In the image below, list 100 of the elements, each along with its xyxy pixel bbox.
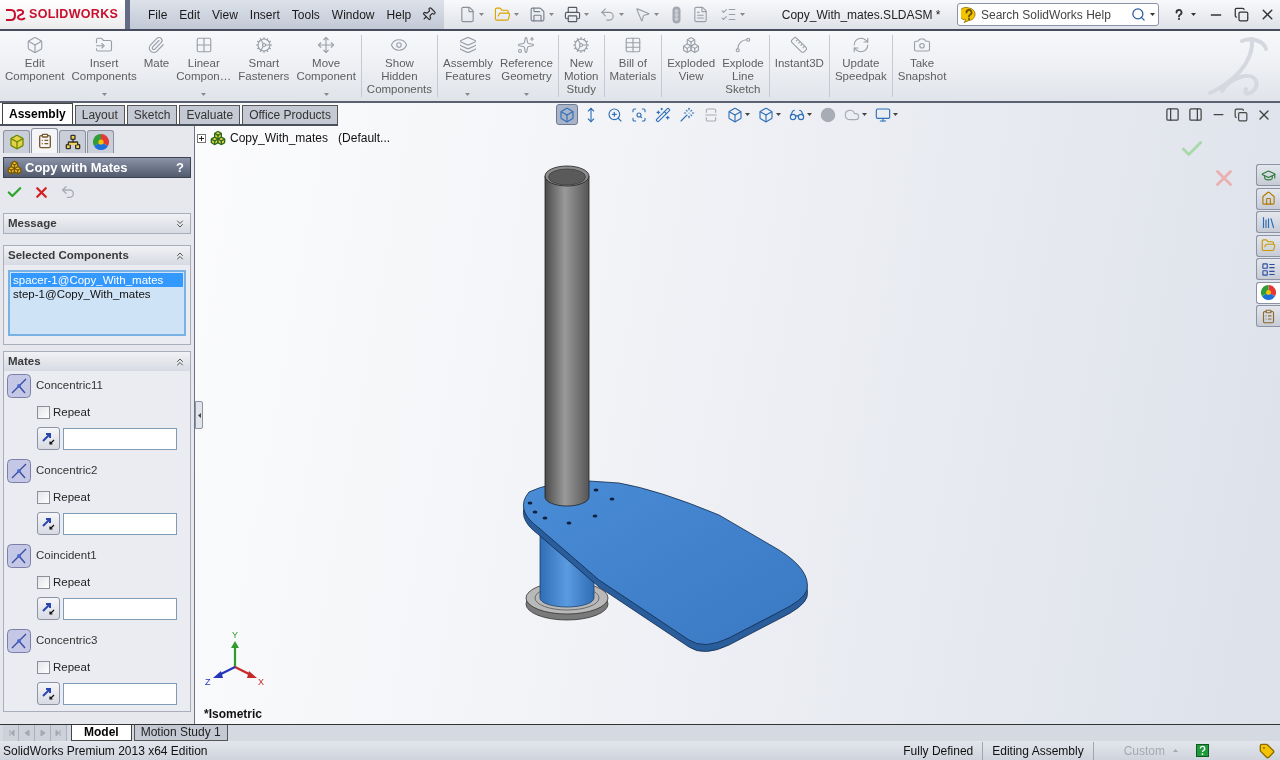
menu-item[interactable]: Edit — [173, 5, 207, 24]
undo-icon[interactable] — [60, 184, 76, 200]
checkbox[interactable] — [37, 576, 50, 589]
ribbon-button[interactable]: New Motion Study — [561, 31, 602, 101]
caret-icon[interactable] — [1150, 13, 1155, 16]
arrow-button[interactable] — [37, 427, 60, 450]
tab[interactable]: Sketch — [126, 105, 178, 124]
tree-icon — [64, 134, 81, 150]
search-icon[interactable] — [1131, 7, 1146, 22]
help-button[interactable]: ? — [176, 157, 187, 178]
ribbon-button[interactable]: Instant3D — [771, 31, 827, 101]
document-icon[interactable] — [692, 6, 710, 23]
search-field[interactable]: Search SolidWorks Help — [957, 3, 1159, 26]
section-header[interactable]: Message — [4, 214, 190, 233]
checkbox[interactable] — [37, 661, 50, 674]
tab[interactable]: Motion Study 1 — [133, 725, 228, 741]
menu-item[interactable]: View — [206, 5, 244, 24]
panel-right-icon[interactable] — [1188, 107, 1203, 122]
task-pane-tab[interactable] — [1256, 281, 1280, 304]
section-header[interactable]: Selected Components — [4, 246, 190, 265]
ribbon-button[interactable]: Exploded View — [664, 31, 719, 101]
folder-icon[interactable] — [494, 6, 512, 23]
ribbon-button[interactable]: Move Component — [293, 31, 359, 101]
ribbon-button[interactable]: Reference Geometry — [496, 31, 556, 101]
mate-name: Concentric3 — [36, 633, 98, 649]
ribbon-button[interactable]: Assembly Features — [440, 31, 496, 101]
tab[interactable]: Office Products — [242, 105, 338, 124]
configuration-label: (Default... — [338, 130, 391, 147]
help-icon[interactable] — [1196, 744, 1209, 757]
tab[interactable]: Model — [71, 725, 132, 741]
boxes-icon — [210, 130, 226, 146]
ribbon-button[interactable]: Edit Component — [2, 31, 68, 101]
ruler-icon — [790, 36, 809, 54]
color-ball-icon — [92, 134, 109, 150]
document-icon[interactable] — [459, 6, 477, 23]
checkbox[interactable] — [37, 491, 50, 504]
arrow-button[interactable] — [37, 597, 60, 620]
collapse-handle[interactable] — [195, 401, 203, 429]
menu-item[interactable]: File — [142, 5, 174, 24]
menu-item[interactable]: Help — [380, 5, 418, 24]
ribbon-button[interactable]: Smart Fasteners — [235, 31, 293, 101]
restore-icon[interactable] — [1234, 7, 1249, 22]
tree-item-name[interactable]: Copy_With_mates — [230, 129, 329, 147]
books-icon — [1261, 214, 1276, 230]
checklist-icon[interactable] — [720, 6, 738, 23]
input-field[interactable] — [63, 682, 177, 705]
menu-item[interactable]: Insert — [243, 5, 286, 24]
question-bubble-icon — [961, 6, 977, 23]
mate-icon — [7, 374, 31, 398]
window-title: Copy_With_mates.SLDASM * — [781, 6, 941, 24]
caret-icon — [1173, 749, 1178, 752]
cube-icon — [8, 134, 25, 150]
restore-icon[interactable] — [1234, 107, 1248, 122]
caret-icon — [465, 93, 471, 96]
task-pane-tab[interactable] — [1256, 305, 1280, 327]
tab[interactable]: Evaluate — [179, 105, 241, 124]
tag-icon[interactable] — [1259, 742, 1275, 759]
ribbon-button[interactable]: Insert Components — [68, 31, 140, 101]
checkbox[interactable] — [37, 406, 50, 419]
traffic-light-icon[interactable] — [672, 5, 682, 24]
ribbon-button[interactable]: Take Snapshot — [894, 31, 950, 101]
zoom-icon — [606, 106, 623, 123]
toolbar-button[interactable] — [555, 104, 578, 125]
list-item[interactable]: step-1@Copy_With_mates — [11, 287, 183, 301]
ribbon-button[interactable]: Update Speedpak — [831, 31, 890, 101]
menu-item[interactable]: Tools — [285, 5, 326, 24]
input-field[interactable] — [63, 597, 177, 620]
arrow-button[interactable] — [37, 512, 60, 535]
caret-icon[interactable] — [1191, 13, 1196, 16]
ribbon-button[interactable]: Explode Line Sketch — [719, 31, 767, 101]
ribbon-button[interactable]: Show Hidden Components — [363, 31, 436, 101]
input-field[interactable] — [63, 427, 177, 450]
table-icon — [623, 36, 642, 54]
checkbox-label: Repeat — [53, 489, 91, 505]
task-pane-tab[interactable] — [1256, 211, 1280, 233]
tab[interactable]: Layout — [74, 105, 125, 124]
expand-icon[interactable] — [197, 133, 206, 143]
tab[interactable]: Assembly — [2, 103, 73, 124]
task-pane-tab[interactable] — [1256, 187, 1280, 210]
menu-item[interactable]: Window — [325, 5, 381, 24]
axis-label: X — [258, 677, 264, 687]
panel-tab[interactable] — [59, 130, 86, 153]
cube-icon — [757, 106, 774, 123]
pointer-icon[interactable] — [634, 6, 652, 23]
ribbon-button[interactable]: Linear Compon… — [173, 31, 235, 101]
folder-arrow-icon — [95, 36, 114, 54]
panel-left-icon[interactable] — [1165, 107, 1180, 122]
printer-icon[interactable] — [564, 6, 582, 23]
list-box[interactable]: spacer-1@Copy_With_mates step-1@Copy_With_mates — [8, 270, 186, 336]
task-pane-tab[interactable] — [1256, 164, 1280, 186]
task-pane-tab[interactable] — [1256, 258, 1280, 280]
panel-tab[interactable] — [31, 128, 58, 153]
logo-icon — [4, 6, 26, 23]
ribbon-button[interactable]: Mate — [140, 31, 173, 101]
arrow-button[interactable] — [37, 682, 60, 705]
section-header[interactable]: Mates — [4, 352, 190, 371]
mate-name: Coincident1 — [36, 548, 97, 564]
input-field[interactable] — [63, 512, 177, 535]
undo-icon[interactable] — [599, 6, 617, 23]
ribbon-button[interactable]: Bill of Materials — [606, 31, 660, 101]
